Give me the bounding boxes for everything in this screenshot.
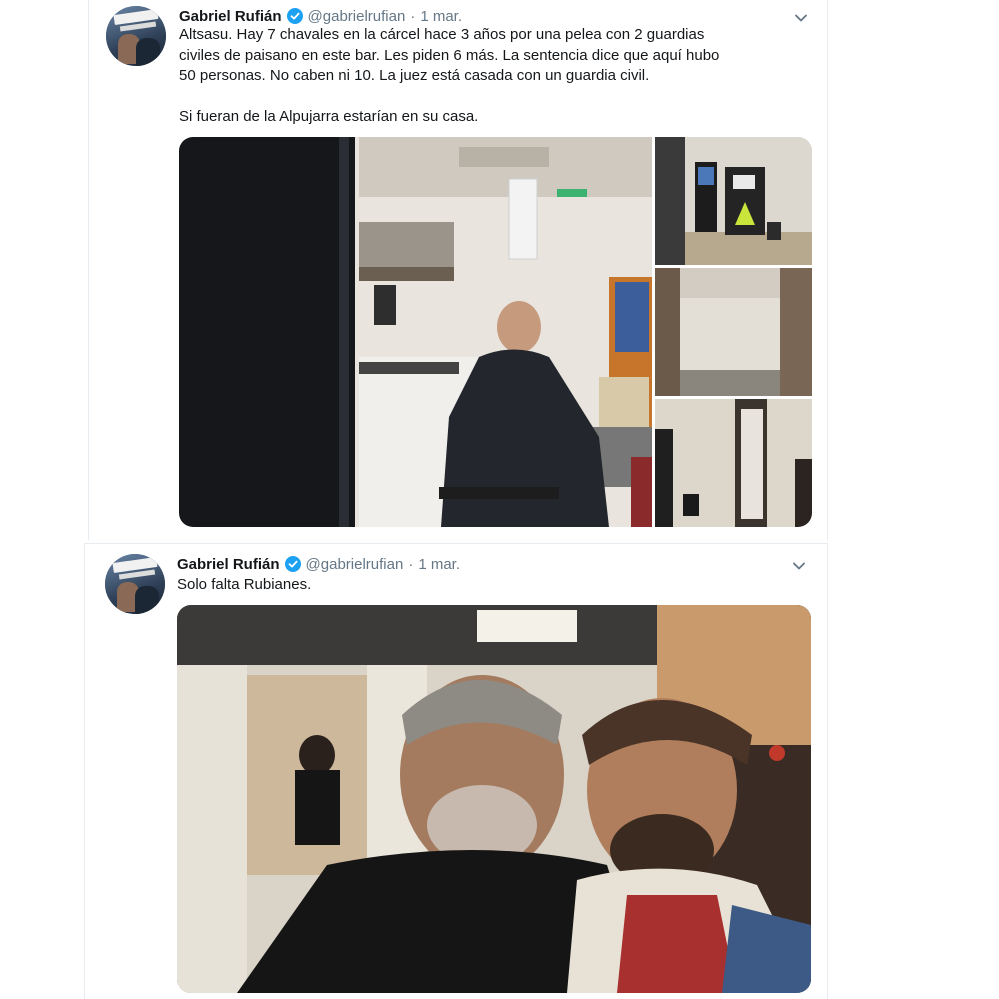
tweet-text-line: Altsasu. Hay 7 chavales en la cárcel hac… (179, 26, 705, 43)
author-handle[interactable]: @gabrielrufian (308, 8, 406, 25)
author-name[interactable]: Gabriel Rufián (179, 8, 282, 25)
verified-badge-icon (286, 8, 303, 24)
tweet-text: Solo falta Rubianes. (177, 575, 797, 596)
author-name[interactable]: Gabriel Rufián (177, 556, 280, 573)
chevron-down-icon[interactable] (793, 10, 809, 26)
photo-selfie[interactable] (177, 605, 811, 993)
chevron-down-icon[interactable] (791, 558, 807, 574)
separator-dot: · (410, 7, 416, 25)
photo-bar-wall[interactable] (655, 268, 812, 396)
media-grid (179, 137, 812, 527)
author-handle[interactable]: @gabrielrufian (306, 556, 404, 573)
photo-bar-interior[interactable] (179, 137, 652, 527)
tweet-text-line: Si fueran de la Alpujarra estarían en su… (179, 107, 479, 125)
tweet-text-line: Solo falta Rubianes. (177, 576, 312, 593)
tweet-header: Gabriel Rufián @gabrielrufian · 1 mar. (179, 5, 462, 27)
tweet-date[interactable]: 1 mar. (418, 556, 460, 573)
tweet-text-line: 50 personas. No caben ni 10. La juez est… (179, 67, 650, 84)
avatar[interactable] (105, 554, 165, 614)
photo-bar-machines[interactable] (655, 137, 812, 265)
tweet-header: Gabriel Rufián @gabrielrufian · 1 mar. (177, 553, 460, 575)
tweet-2: Gabriel Rufián @gabrielrufian · 1 mar. S… (84, 543, 828, 999)
avatar[interactable] (106, 6, 166, 66)
separator-dot: · (408, 555, 414, 573)
photo-bar-doorway[interactable] (655, 399, 812, 527)
tweet-date[interactable]: 1 mar. (420, 8, 462, 25)
tweet-text-line: civiles de paisano en este bar. Les pide… (179, 46, 720, 64)
tweet-text: Altsasu. Hay 7 chavales en la cárcel hac… (179, 25, 809, 127)
tweet-1: Gabriel Rufián @gabrielrufian · 1 mar. A… (88, 0, 828, 540)
verified-badge-icon (284, 556, 301, 572)
